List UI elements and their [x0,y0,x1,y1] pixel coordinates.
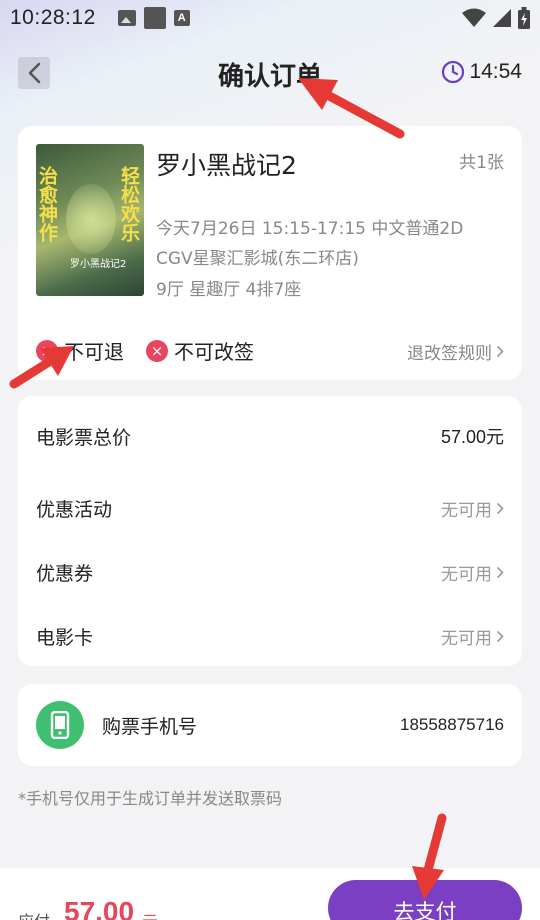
phone-usage-note: *手机号仅用于生成订单并发送取票码 [18,789,283,808]
seat-info: 9厅 星趣厅 4排7座 [156,280,302,300]
chevron-right-icon [496,630,504,642]
no-change-label: 不可改签 [174,340,254,364]
movie-card-status: 无可用 [441,628,492,649]
app-notification-icon [143,7,166,29]
phone-label: 购票手机号 [102,716,198,738]
ticket-total-label: 电影票总价 [36,426,132,449]
poster-tagline-right: 轻松欢乐 [118,166,140,242]
poster-logo: 罗小黑战记2 [70,259,127,270]
no-refund-policy: × 不可退 [36,336,124,365]
promotion-row[interactable]: 优惠活动 无可用 [36,488,504,528]
cross-icon: × [36,339,58,362]
phone-card: 购票手机号 18558875716 [18,684,522,766]
amount-due-value: 57.00 [64,896,135,920]
notification-icons: A [117,7,190,29]
amount-due-label: 应付 [18,908,50,920]
status-time: 10:28:12 [10,6,96,29]
countdown-text: 14:54 [469,60,522,83]
system-icons [462,7,530,29]
cellular-signal-icon [493,9,511,27]
cinema-name: CGV星聚汇影城(东二环店) [156,249,359,269]
promotion-status: 无可用 [441,500,492,521]
no-refund-label: 不可退 [64,340,124,364]
chevron-right-icon [496,566,504,578]
header: 确认订单 14:54 [0,50,540,98]
coupon-value: 无可用 [441,560,504,585]
wifi-icon [462,8,486,27]
coupon-row[interactable]: 优惠券 无可用 [36,552,504,592]
countdown-timer: 14:54 [441,60,522,84]
phone-icon [36,701,84,749]
refund-rules-link[interactable]: 退改签规则 [407,339,504,364]
no-change-policy: × 不可改签 [146,336,254,365]
amount-due-unit: 元 [142,908,158,920]
text-notification-icon: A [173,10,190,26]
battery-icon [518,7,530,29]
pay-button[interactable]: 去支付 [328,880,522,920]
refund-rules-label: 退改签规则 [407,344,492,364]
image-notification-icon [117,10,136,26]
ticket-count: 共1张 [459,153,504,173]
chevron-right-icon [496,345,504,358]
coupon-label: 优惠券 [36,562,94,585]
poster-tagline-left: 治愈神作 [36,166,58,242]
movie-title: 罗小黑战记2 [156,151,297,180]
status-bar: 10:28:12 A [0,0,540,36]
payment-bar: 应付 57.00 元 去支付 [0,868,540,920]
poster-artwork [66,184,116,254]
movie-card-value: 无可用 [441,624,504,649]
ticket-total-value: 57.00元 [440,427,504,447]
showtime: 今天7月26日 15:15-17:15 中文普通2D [156,219,464,239]
promotion-label: 优惠活动 [36,498,113,521]
coupon-status: 无可用 [441,564,492,585]
movie-card-row[interactable]: 电影卡 无可用 [36,616,504,656]
phone-number[interactable]: 18558875716 [400,715,504,735]
chevron-right-icon [496,502,504,514]
movie-card-label: 电影卡 [36,626,94,649]
clock-icon [442,60,465,84]
cross-icon: × [146,339,168,362]
promotion-value: 无可用 [441,496,504,521]
price-card: 电影票总价 57.00元 优惠活动 无可用 优惠券 无可用 电影卡 无可用 [18,396,522,666]
ticket-total-row: 电影票总价 57.00元 [36,416,504,456]
movie-card: 治愈神作 轻松欢乐 罗小黑战记2 罗小黑战记2 共1张 今天7月26日 15:1… [18,126,522,380]
movie-poster: 治愈神作 轻松欢乐 罗小黑战记2 [36,144,144,296]
